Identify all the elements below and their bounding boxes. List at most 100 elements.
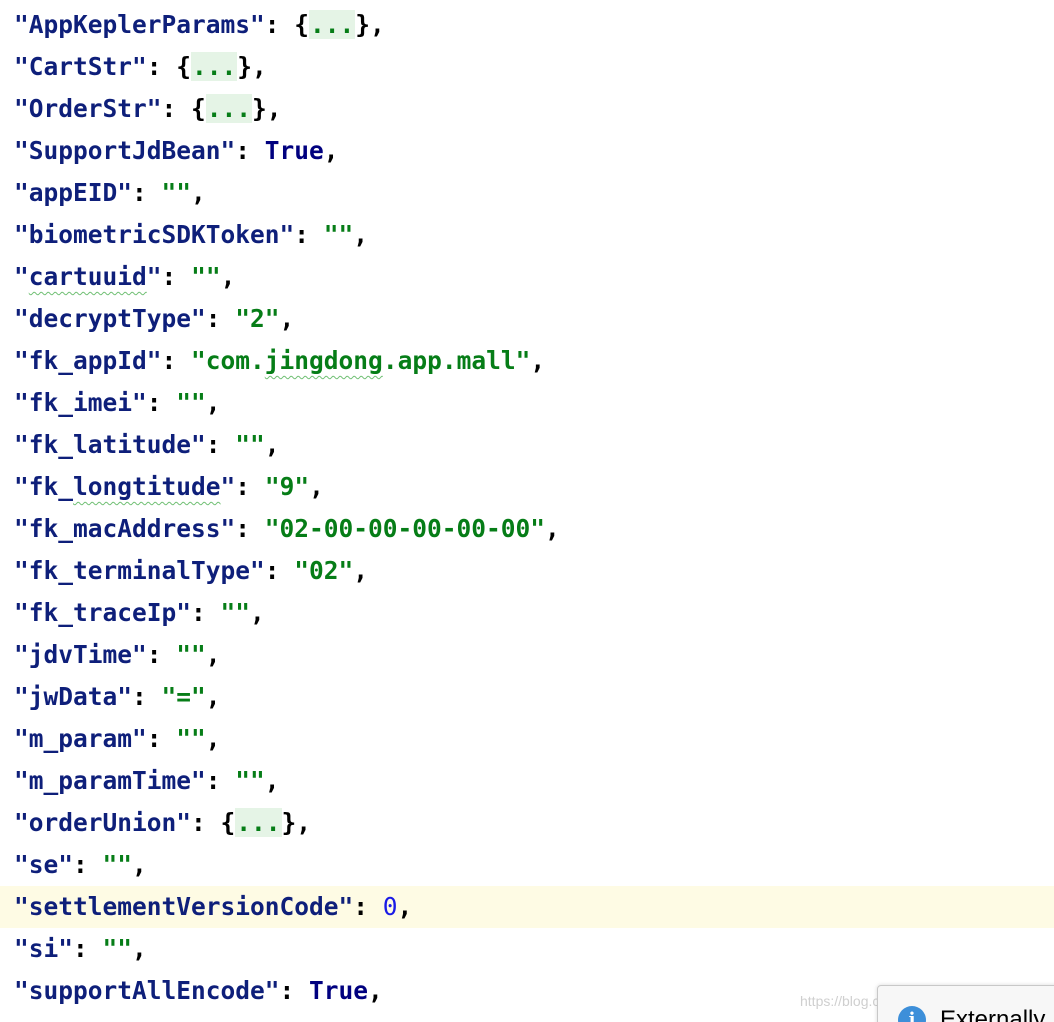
json-punctuation-token: },: [237, 52, 267, 81]
code-editor[interactable]: "AppKeplerParams": {...}, "CartStr": {...…: [0, 0, 1054, 1022]
json-string-token: "": [102, 850, 133, 879]
line-content: "se": "",: [14, 844, 147, 886]
json-string-token: "": [220, 598, 251, 627]
json-key-token: "CartStr": [14, 52, 147, 81]
line-content: "decryptType": "2",: [14, 298, 294, 340]
json-key-token: "fk_: [14, 472, 74, 501]
json-punctuation-token: :: [235, 514, 265, 543]
json-punctuation-token: : {: [264, 10, 310, 39]
json-punctuation-token: ,: [323, 136, 339, 165]
code-line[interactable]: "cartuuid": "",: [0, 256, 1054, 298]
fold-placeholder[interactable]: ...: [191, 52, 238, 81]
json-key-token: "m_param": [14, 724, 147, 753]
json-punctuation-token: :: [73, 850, 103, 879]
code-line[interactable]: "fk_appId": "com.jingdong.app.mall",: [0, 340, 1054, 382]
json-key-token: "OrderStr": [14, 94, 162, 123]
code-line[interactable]: "decryptType": "2",: [0, 298, 1054, 340]
json-string-token: "2": [235, 304, 280, 333]
code-line[interactable]: "fk_latitude": "",: [0, 424, 1054, 466]
line-content: "AppKeplerParams": {...},: [14, 4, 385, 46]
json-string-token: "02": [294, 556, 354, 585]
code-line-current[interactable]: "settlementVersionCode": 0,: [0, 886, 1054, 928]
json-punctuation-token: ,: [309, 472, 324, 501]
json-punctuation-token: ,: [545, 514, 560, 543]
line-content: "SupportJdBean": True,: [14, 130, 339, 172]
code-line[interactable]: "fk_longtitude": "9",: [0, 466, 1054, 508]
code-line[interactable]: "SupportJdBean": True,: [0, 130, 1054, 172]
code-line[interactable]: "m_paramTime": "",: [0, 760, 1054, 802]
json-key-token: "fk_traceIp": [14, 598, 192, 627]
json-key-token: "appEID": [14, 178, 133, 207]
json-keyword-token: True: [309, 976, 369, 1005]
code-line[interactable]: "jdvTime": "",: [0, 634, 1054, 676]
line-content: "supportAllEncode": True,: [14, 970, 383, 1012]
code-line[interactable]: "se": "",: [0, 844, 1054, 886]
line-content: "m_param": "",: [14, 718, 221, 760]
fold-placeholder[interactable]: ...: [235, 808, 282, 837]
code-line[interactable]: "appEID": "",: [0, 172, 1054, 214]
json-key-token: "fk_terminalType": [14, 556, 265, 585]
json-punctuation-token: :: [73, 934, 103, 963]
json-key-token: ": [146, 262, 162, 291]
code-line[interactable]: "biometricSDKToken": "",: [0, 214, 1054, 256]
json-punctuation-token: :: [161, 262, 192, 291]
code-line[interactable]: "jwData": "=",: [0, 676, 1054, 718]
json-punctuation-token: },: [252, 94, 282, 123]
json-punctuation-token: : {: [146, 52, 192, 81]
line-content: "settlementVersionCode": 0,: [14, 886, 412, 928]
json-string-token: "9": [264, 472, 310, 501]
code-line[interactable]: "fk_macAddress": "02-00-00-00-00-00",: [0, 508, 1054, 550]
json-key-token: "se": [14, 850, 74, 879]
json-key-token: "decryptType": [14, 304, 206, 333]
notification-balloon[interactable]: i Externally: [877, 985, 1054, 1022]
fold-placeholder[interactable]: ...: [205, 94, 253, 123]
code-line[interactable]: "AppKeplerParams": {...},: [0, 4, 1054, 46]
spelling-warning-token: jingdong: [264, 346, 383, 375]
code-line[interactable]: "OrderStr": {...},: [0, 88, 1054, 130]
json-key-token: "fk_macAddress": [14, 514, 236, 543]
json-punctuation-token: ,: [191, 178, 206, 207]
json-punctuation-token: :: [146, 388, 177, 417]
json-punctuation-token: ,: [264, 430, 280, 459]
json-key-token: "m_paramTime": [14, 766, 206, 795]
line-content: "fk_latitude": "",: [14, 424, 280, 466]
json-key-token: "settlementVersionCode": [14, 892, 354, 921]
json-key-token: ": [14, 262, 29, 291]
code-line[interactable]: "CartStr": {...},: [0, 46, 1054, 88]
line-content: "jdvTime": "",: [14, 634, 221, 676]
info-icon: i: [898, 1006, 926, 1022]
line-content: "orderUnion": {...},: [14, 802, 311, 844]
json-punctuation-token: :: [279, 976, 310, 1005]
code-line[interactable]: "si": "",: [0, 928, 1054, 970]
json-string-token: "": [102, 934, 133, 963]
json-punctuation-token: ,: [368, 976, 383, 1005]
code-line[interactable]: "fk_terminalType": "02",: [0, 550, 1054, 592]
json-punctuation-token: :: [205, 430, 236, 459]
json-punctuation-token: ,: [132, 850, 147, 879]
json-number-token: 0: [382, 892, 398, 921]
json-punctuation-token: :: [235, 136, 265, 165]
code-line[interactable]: "m_param": "",: [0, 718, 1054, 760]
json-punctuation-token: :: [205, 304, 236, 333]
json-string-token: "com.: [191, 346, 265, 375]
json-punctuation-token: :: [294, 220, 324, 249]
spelling-warning-token: cartuuid: [28, 262, 147, 291]
json-punctuation-token: : {: [161, 94, 206, 123]
code-line[interactable]: "fk_traceIp": "",: [0, 592, 1054, 634]
json-key-token: "jdvTime": [14, 640, 147, 669]
json-punctuation-token: :: [205, 766, 236, 795]
json-punctuation-token: :: [146, 640, 177, 669]
code-line[interactable]: "orderUnion": {...},: [0, 802, 1054, 844]
fold-placeholder[interactable]: ...: [309, 10, 356, 39]
json-punctuation-token: ,: [205, 724, 221, 753]
json-key-token: "fk_imei": [14, 388, 147, 417]
json-punctuation-token: : {: [191, 808, 236, 837]
line-content: "OrderStr": {...},: [14, 88, 282, 130]
json-string-token: "": [176, 640, 206, 669]
json-punctuation-token: ,: [279, 304, 295, 333]
json-punctuation-token: :: [264, 556, 295, 585]
json-string-token: "": [161, 178, 192, 207]
json-string-token: "": [191, 262, 221, 291]
line-content: "fk_longtitude": "9",: [14, 466, 324, 508]
code-line[interactable]: "fk_imei": "",: [0, 382, 1054, 424]
